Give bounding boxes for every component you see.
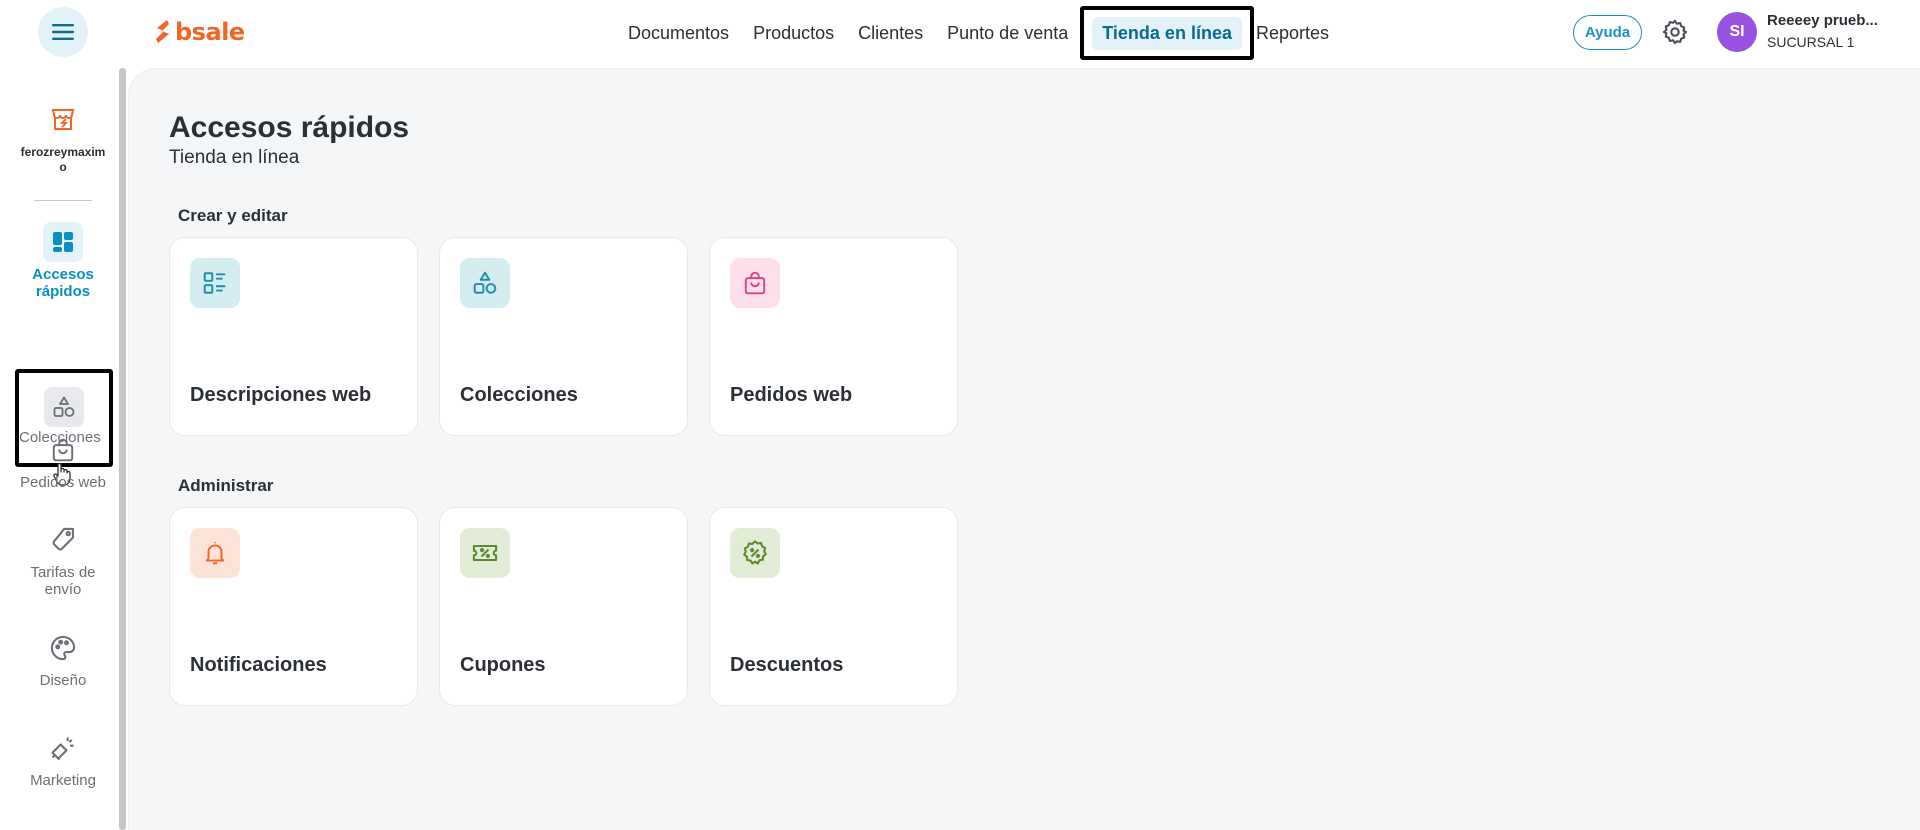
palette-icon — [50, 635, 76, 661]
sidebar-item-label: Tarifas de envío — [30, 564, 96, 598]
hamburger-icon — [52, 24, 74, 40]
nav-clientes[interactable]: Clientes — [846, 8, 935, 58]
sidebar-item-tarifas-de-envio[interactable]: Tarifas de envío — [0, 520, 126, 598]
nav-documentos[interactable]: Documentos — [616, 8, 741, 58]
avatar[interactable]: SI — [1717, 12, 1757, 52]
sidebar-item-diseno[interactable]: Diseño — [0, 628, 126, 689]
sidebar-item-label: Marketing — [30, 772, 96, 789]
logo-text: bsale — [175, 18, 245, 46]
menu-button[interactable] — [38, 7, 88, 57]
card-pedidos-web[interactable]: Pedidos web — [709, 237, 958, 436]
bell-icon — [205, 542, 225, 565]
card-label: Notificaciones — [190, 654, 327, 676]
sidebar-item-marketing[interactable]: Marketing — [0, 728, 126, 789]
shapes-icon — [53, 396, 75, 417]
list-icon — [203, 272, 226, 294]
dashboard-icon — [53, 232, 73, 252]
bsale-logo[interactable]: bsale — [154, 17, 245, 47]
sidebar-divider — [34, 200, 92, 201]
card-notificaciones[interactable]: Notificaciones — [169, 507, 418, 706]
sidebar-item-label: Pedidos web — [20, 474, 106, 491]
megaphone-icon — [51, 737, 74, 761]
top-navigation: Documentos Productos Clientes Punto de v… — [616, 6, 1341, 60]
store-selector[interactable]: ferozreymaximo — [0, 104, 126, 175]
sidebar-item-label: Accesos rápidos — [32, 266, 94, 300]
card-colecciones[interactable]: Colecciones — [439, 237, 688, 436]
nav-reportes[interactable]: Reportes — [1254, 8, 1341, 58]
page-title: Accesos rápidos — [169, 111, 410, 144]
nav-tienda-en-linea[interactable]: Tienda en línea — [1080, 6, 1254, 60]
card-label: Cupones — [460, 654, 546, 676]
shopping-bag-icon — [52, 438, 74, 462]
nav-punto-de-venta[interactable]: Punto de venta — [935, 8, 1080, 58]
sidebar: ferozreymaximo Accesos rápidos Coleccion… — [0, 64, 118, 830]
section-title-administrar: Administrar — [178, 476, 274, 495]
sidebar-item-label: Diseño — [39, 672, 87, 689]
card-descripciones-web[interactable]: Descripciones web — [169, 237, 418, 436]
card-descuentos[interactable]: Descuentos — [709, 507, 958, 706]
card-label: Descripciones web — [190, 384, 372, 406]
shapes-icon — [473, 271, 497, 294]
main-content: Accesos rápidos Tienda en línea Crear y … — [128, 68, 1920, 830]
sidebar-item-pedidos-web[interactable]: Pedidos web — [0, 430, 126, 491]
sidebar-item-accesos-rapidos[interactable]: Accesos rápidos — [0, 222, 126, 300]
nav-productos[interactable]: Productos — [741, 8, 846, 58]
coupon-icon — [472, 544, 498, 562]
shopping-bag-icon — [744, 271, 766, 295]
card-cupones[interactable]: Cupones — [439, 507, 688, 706]
store-name: ferozreymaximo — [20, 145, 106, 174]
help-button[interactable]: Ayuda — [1573, 15, 1642, 50]
bsale-logo-icon — [156, 20, 169, 43]
sidebar-scrollbar[interactable] — [119, 68, 126, 830]
section-title-crear-y-editar: Crear y editar — [178, 206, 288, 225]
gear-icon[interactable] — [1661, 18, 1689, 46]
discount-badge-icon — [743, 540, 767, 565]
page-subtitle: Tienda en línea — [169, 147, 300, 168]
store-icon — [51, 109, 75, 130]
card-label: Descuentos — [730, 654, 844, 676]
nav-tienda-en-linea-label: Tienda en línea — [1092, 16, 1242, 50]
card-label: Colecciones — [460, 384, 578, 406]
user-branch: SUCURSAL 1 — [1767, 34, 1855, 50]
card-label: Pedidos web — [730, 384, 853, 406]
top-bar: bsale Documentos Productos Clientes Punt… — [0, 0, 1920, 64]
user-name[interactable]: Reeeey prueb... — [1767, 12, 1878, 29]
tag-icon — [52, 527, 74, 551]
